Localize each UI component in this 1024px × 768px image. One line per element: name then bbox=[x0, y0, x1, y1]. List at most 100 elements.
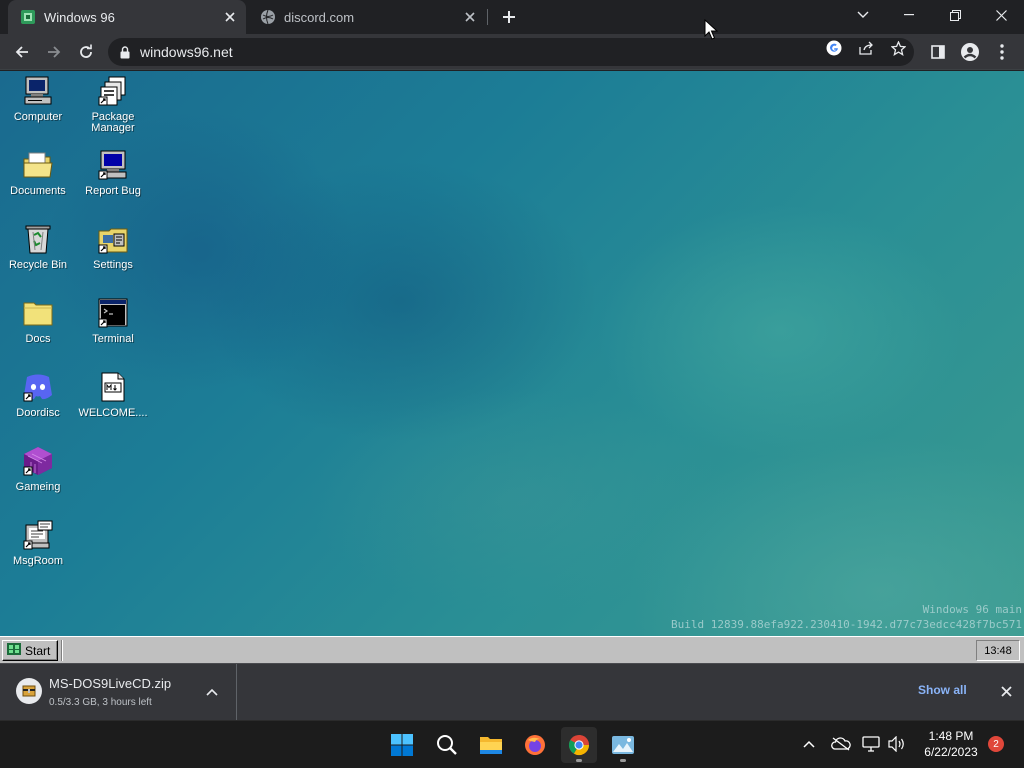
documents-folder-icon bbox=[21, 148, 55, 182]
taskbar-divider bbox=[61, 640, 63, 661]
desktop-icon-recycle-bin[interactable]: Recycle Bin bbox=[1, 222, 75, 271]
desktop-icon-label: Package Manager bbox=[91, 111, 135, 134]
back-arrow-icon bbox=[15, 46, 28, 58]
tab-search-button[interactable] bbox=[840, 0, 886, 30]
recycle-bin-icon bbox=[21, 222, 55, 256]
taskbar-file-explorer[interactable] bbox=[473, 727, 509, 763]
desktop-icon-label: MsgRoom bbox=[12, 555, 64, 567]
tab-title: discord.com bbox=[284, 9, 355, 25]
show-all-link[interactable]: Show all bbox=[918, 683, 967, 697]
search-icon bbox=[437, 735, 457, 755]
desktop-icon-label: Report Bug bbox=[85, 185, 141, 197]
windows-logo-icon bbox=[391, 734, 413, 756]
windows96-logo-icon bbox=[6, 642, 22, 659]
google-lens-button[interactable] bbox=[824, 39, 844, 57]
side-panel-button[interactable] bbox=[924, 38, 952, 66]
close-shelf-icon[interactable] bbox=[997, 682, 1015, 700]
chevron-up-icon[interactable] bbox=[204, 684, 220, 700]
windows96-icon bbox=[20, 9, 36, 25]
close-tab-icon[interactable] bbox=[220, 7, 240, 27]
desktop-icon-terminal[interactable]: Terminal bbox=[76, 296, 150, 345]
gameing-icon bbox=[21, 444, 55, 478]
desktop-icon-docs[interactable]: Docs bbox=[1, 296, 75, 345]
desktop-icon-settings[interactable]: Settings bbox=[76, 222, 150, 271]
network-button[interactable] bbox=[858, 731, 884, 757]
desktop-icon-msgroom[interactable]: MsgRoom bbox=[1, 518, 75, 567]
address-bar[interactable]: windows96.net bbox=[108, 38, 914, 66]
download-status: 0.5/3.3 GB, 3 hours left bbox=[49, 697, 152, 708]
notification-badge[interactable]: 2 bbox=[988, 736, 1004, 752]
desktop-icon-computer[interactable]: Computer bbox=[1, 74, 75, 123]
mouse-cursor-icon bbox=[704, 19, 718, 40]
desktop-icon-welcome[interactable]: WELCOME.... bbox=[76, 370, 150, 419]
reload-button[interactable] bbox=[72, 38, 100, 66]
taskbar-search-button[interactable] bbox=[429, 727, 465, 763]
restore-icon bbox=[949, 9, 961, 21]
chrome-menu-button[interactable] bbox=[988, 38, 1016, 66]
markdown-file-icon bbox=[96, 370, 130, 404]
doordisc-icon bbox=[21, 370, 55, 404]
download-filename: MS-DOS9LiveCD.zip bbox=[49, 676, 172, 691]
share-button[interactable] bbox=[856, 39, 876, 57]
taskbar-photos[interactable] bbox=[605, 727, 641, 763]
os-taskbar: 1:48 PM 6/22/2023 2 bbox=[0, 720, 1024, 768]
volume-button[interactable] bbox=[884, 731, 910, 757]
win96-clock[interactable]: 13:48 bbox=[976, 640, 1020, 661]
settings-icon bbox=[96, 222, 130, 256]
new-tab-button[interactable] bbox=[498, 6, 520, 28]
clock-date: 6/22/2023 bbox=[924, 745, 978, 759]
file-explorer-icon bbox=[480, 737, 502, 754]
browser-toolbar: windows96.net bbox=[0, 34, 1024, 70]
desktop-icon-package-manager[interactable]: Package Manager bbox=[76, 74, 150, 134]
desktop-icon-label: Computer bbox=[13, 111, 63, 123]
minimize-icon bbox=[904, 14, 914, 16]
cloud-offline-icon bbox=[831, 737, 851, 751]
win96-desktop: Computer Package Manager Documents Repor… bbox=[0, 71, 1024, 636]
desktop-icon-label: Docs bbox=[25, 333, 51, 345]
star-icon bbox=[890, 40, 906, 56]
desktop-icon-label: Documents bbox=[10, 185, 66, 197]
close-tab-icon[interactable] bbox=[460, 7, 480, 27]
desktop-icon-gameing[interactable]: Gameing bbox=[1, 444, 75, 493]
clock-time: 1:48 PM bbox=[928, 729, 974, 743]
download-shelf: MS-DOS9LiveCD.zip 0.5/3.3 GB, 3 hours le… bbox=[0, 663, 1024, 721]
tab-title: Windows 96 bbox=[44, 9, 115, 25]
close-window-button[interactable] bbox=[978, 0, 1024, 30]
plus-icon bbox=[503, 11, 515, 23]
tab-discord[interactable]: discord.com bbox=[252, 0, 486, 34]
terminal-icon bbox=[96, 296, 130, 330]
computer-icon bbox=[21, 74, 55, 108]
start-label: Start bbox=[25, 643, 51, 658]
forward-arrow-icon bbox=[48, 46, 61, 58]
download-item[interactable]: MS-DOS9LiveCD.zip 0.5/3.3 GB, 3 hours le… bbox=[0, 664, 237, 721]
chevron-up-icon bbox=[803, 740, 815, 748]
desktop-icon-label: Doordisc bbox=[16, 407, 60, 419]
report-bug-icon bbox=[96, 148, 130, 182]
restore-button[interactable] bbox=[932, 0, 978, 30]
desktop-icon-documents[interactable]: Documents bbox=[1, 148, 75, 197]
desktop-icon-label: Terminal bbox=[92, 333, 134, 345]
zip-file-icon bbox=[16, 678, 42, 704]
profile-button[interactable] bbox=[956, 38, 984, 66]
share-icon bbox=[858, 41, 873, 55]
system-clock[interactable]: 1:48 PM 6/22/2023 bbox=[916, 728, 986, 760]
back-button[interactable] bbox=[8, 38, 36, 66]
windows-start-button[interactable] bbox=[384, 727, 420, 763]
taskbar-chrome[interactable] bbox=[561, 727, 597, 763]
reload-icon bbox=[80, 44, 92, 58]
taskbar-firefox[interactable] bbox=[517, 727, 553, 763]
forward-button[interactable] bbox=[40, 38, 68, 66]
tab-windows96[interactable]: Windows 96 bbox=[8, 0, 246, 34]
tray-overflow-button[interactable] bbox=[796, 731, 822, 757]
start-button[interactable]: Start bbox=[2, 640, 58, 661]
onedrive-button[interactable] bbox=[828, 731, 854, 757]
minimize-button[interactable] bbox=[886, 0, 932, 30]
lock-icon bbox=[120, 45, 130, 58]
folder-icon bbox=[21, 296, 55, 330]
desktop-icon-doordisc[interactable]: Doordisc bbox=[1, 370, 75, 419]
desktop-icon-report-bug[interactable]: Report Bug bbox=[76, 148, 150, 197]
photos-icon bbox=[612, 736, 634, 754]
google-icon bbox=[826, 40, 842, 56]
bookmark-button[interactable] bbox=[888, 39, 908, 57]
close-icon bbox=[995, 9, 1007, 21]
